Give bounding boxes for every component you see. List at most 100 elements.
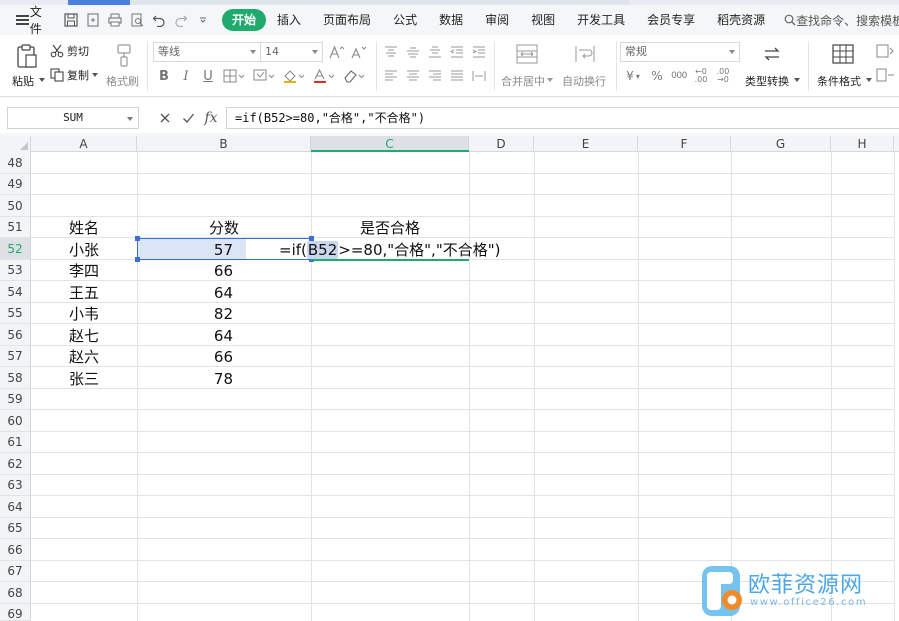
column-header-b[interactable]: B <box>137 136 311 152</box>
column-header-f[interactable]: F <box>638 136 731 152</box>
row-header[interactable]: 57 <box>0 346 31 367</box>
cell-style-icon[interactable] <box>249 66 279 86</box>
align-top-icon[interactable] <box>380 42 402 62</box>
wrap-text-button[interactable]: 自动换行 <box>562 41 612 91</box>
cut-button[interactable]: 剪切 <box>50 43 89 59</box>
row-header[interactable]: 50 <box>0 195 31 217</box>
row-header[interactable]: 59 <box>0 389 31 410</box>
row-header[interactable]: 49 <box>0 174 31 195</box>
tab-review[interactable]: 审阅 <box>474 9 520 31</box>
row-header[interactable]: 58 <box>0 367 31 389</box>
conditional-format-button[interactable]: 条件格式 <box>816 41 872 91</box>
save-icon[interactable] <box>60 9 82 31</box>
cell-a56[interactable]: 赵七 <box>31 326 137 346</box>
row-header-active[interactable]: 52 <box>0 238 31 260</box>
decrease-decimal-icon[interactable]: .00 →0 <box>712 66 734 86</box>
align-bottom-icon[interactable] <box>424 42 446 62</box>
column-header-e[interactable]: E <box>534 136 638 152</box>
column-header-a[interactable]: A <box>31 136 137 152</box>
bold-icon[interactable]: B <box>153 66 175 86</box>
cell-c52-editor[interactable]: =if(B52>=80,"合格","不合格") <box>279 240 500 260</box>
cell-a55[interactable]: 小韦 <box>31 304 137 324</box>
tab-view[interactable]: 视图 <box>520 9 566 31</box>
align-center-icon[interactable] <box>402 66 424 86</box>
row-header[interactable]: 51 <box>0 217 31 238</box>
copy-button[interactable]: 复制 <box>50 67 98 83</box>
tab-developer[interactable]: 开发工具 <box>566 9 636 31</box>
print-preview-icon[interactable] <box>126 9 148 31</box>
confirm-icon[interactable] <box>178 108 198 128</box>
fill-color-icon[interactable] <box>279 66 309 86</box>
border-icon[interactable] <box>219 66 249 86</box>
name-box[interactable]: SUM <box>7 107 139 129</box>
align-middle-icon[interactable] <box>402 42 424 62</box>
tab-home[interactable]: 开始 <box>222 9 267 31</box>
percent-icon[interactable]: % <box>646 66 668 86</box>
row-header[interactable]: 67 <box>0 561 31 582</box>
format-painter-button[interactable]: 格式刷 <box>106 41 142 91</box>
row-header[interactable]: 65 <box>0 518 31 539</box>
tab-data[interactable]: 数据 <box>428 9 474 31</box>
export-icon[interactable] <box>82 9 104 31</box>
undo-icon[interactable] <box>148 9 170 31</box>
customize-toolbar-icon[interactable] <box>192 9 214 31</box>
cell-b51[interactable]: 分数 <box>137 218 311 238</box>
row-header[interactable]: 55 <box>0 303 31 324</box>
row-header[interactable]: 56 <box>0 324 31 346</box>
command-search[interactable]: 查找命令、搜索模板 <box>784 12 899 29</box>
font-color-icon[interactable] <box>309 66 339 86</box>
cell-a57[interactable]: 赵六 <box>31 347 137 367</box>
row-header[interactable]: 54 <box>0 281 31 303</box>
redo-icon[interactable] <box>170 9 192 31</box>
tab-docer-resources[interactable]: 稻壳资源 <box>706 9 776 31</box>
cell-b57[interactable]: 66 <box>137 347 233 367</box>
row-header[interactable]: 66 <box>0 539 31 561</box>
cell-c51[interactable]: 是否合格 <box>311 218 469 238</box>
cell-a53[interactable]: 李四 <box>31 261 137 281</box>
currency-icon[interactable]: ¥ ▾ <box>620 66 646 86</box>
indent-increase-icon[interactable] <box>468 42 490 62</box>
row-header[interactable]: 64 <box>0 496 31 518</box>
select-all-corner[interactable] <box>0 136 31 152</box>
row-header[interactable]: 69 <box>0 604 31 621</box>
font-family-select[interactable]: 等线 <box>153 42 261 62</box>
justify-icon[interactable] <box>446 66 468 86</box>
cell-b55[interactable]: 82 <box>137 304 233 324</box>
column-header-d[interactable]: D <box>469 136 534 152</box>
merge-center-button[interactable]: 合并居中 <box>500 41 554 91</box>
distribute-icon[interactable] <box>468 66 490 86</box>
file-menu-button[interactable]: 文件 <box>12 5 50 36</box>
row-header[interactable]: 68 <box>0 582 31 604</box>
cell-b56[interactable]: 64 <box>137 326 233 346</box>
decrease-font-icon[interactable] <box>348 42 370 62</box>
more-styles-icon[interactable] <box>876 44 894 61</box>
cell-a54[interactable]: 王五 <box>31 283 137 303</box>
formula-input[interactable]: =if(B52>=80,"合格","不合格") <box>226 107 899 129</box>
column-header-h[interactable]: H <box>831 136 894 152</box>
underline-icon[interactable]: U <box>197 66 219 86</box>
font-size-select[interactable]: 14 <box>260 42 323 62</box>
indent-decrease-icon[interactable] <box>446 42 468 62</box>
sheet-grid[interactable]: A B C D E F G H 48 49 50 51 52 53 54 55 … <box>0 136 899 621</box>
cell-b54[interactable]: 64 <box>137 283 233 303</box>
insert-function-button[interactable]: fx <box>201 108 221 128</box>
cell-b52[interactable]: 57 <box>137 240 233 260</box>
cancel-icon[interactable] <box>155 108 175 128</box>
type-convert-button[interactable]: 类型转换 <box>744 41 802 91</box>
eraser-icon[interactable] <box>339 66 369 86</box>
cell-b58[interactable]: 78 <box>137 369 233 389</box>
paste-button[interactable]: 粘贴 <box>12 41 45 91</box>
tab-member[interactable]: 会员专享 <box>636 9 706 31</box>
align-right-icon[interactable] <box>424 66 446 86</box>
cell-b53[interactable]: 66 <box>137 261 233 281</box>
print-icon[interactable] <box>104 9 126 31</box>
tab-formulas[interactable]: 公式 <box>382 9 428 31</box>
row-header[interactable]: 60 <box>0 410 31 432</box>
cell-a58[interactable]: 张三 <box>31 369 137 389</box>
thousands-separator-icon[interactable]: 000 <box>668 66 690 86</box>
row-header[interactable]: 61 <box>0 432 31 453</box>
row-header[interactable]: 53 <box>0 260 31 281</box>
row-header[interactable]: 63 <box>0 475 31 496</box>
increase-font-icon[interactable] <box>326 42 348 62</box>
column-header-g[interactable]: G <box>731 136 831 152</box>
